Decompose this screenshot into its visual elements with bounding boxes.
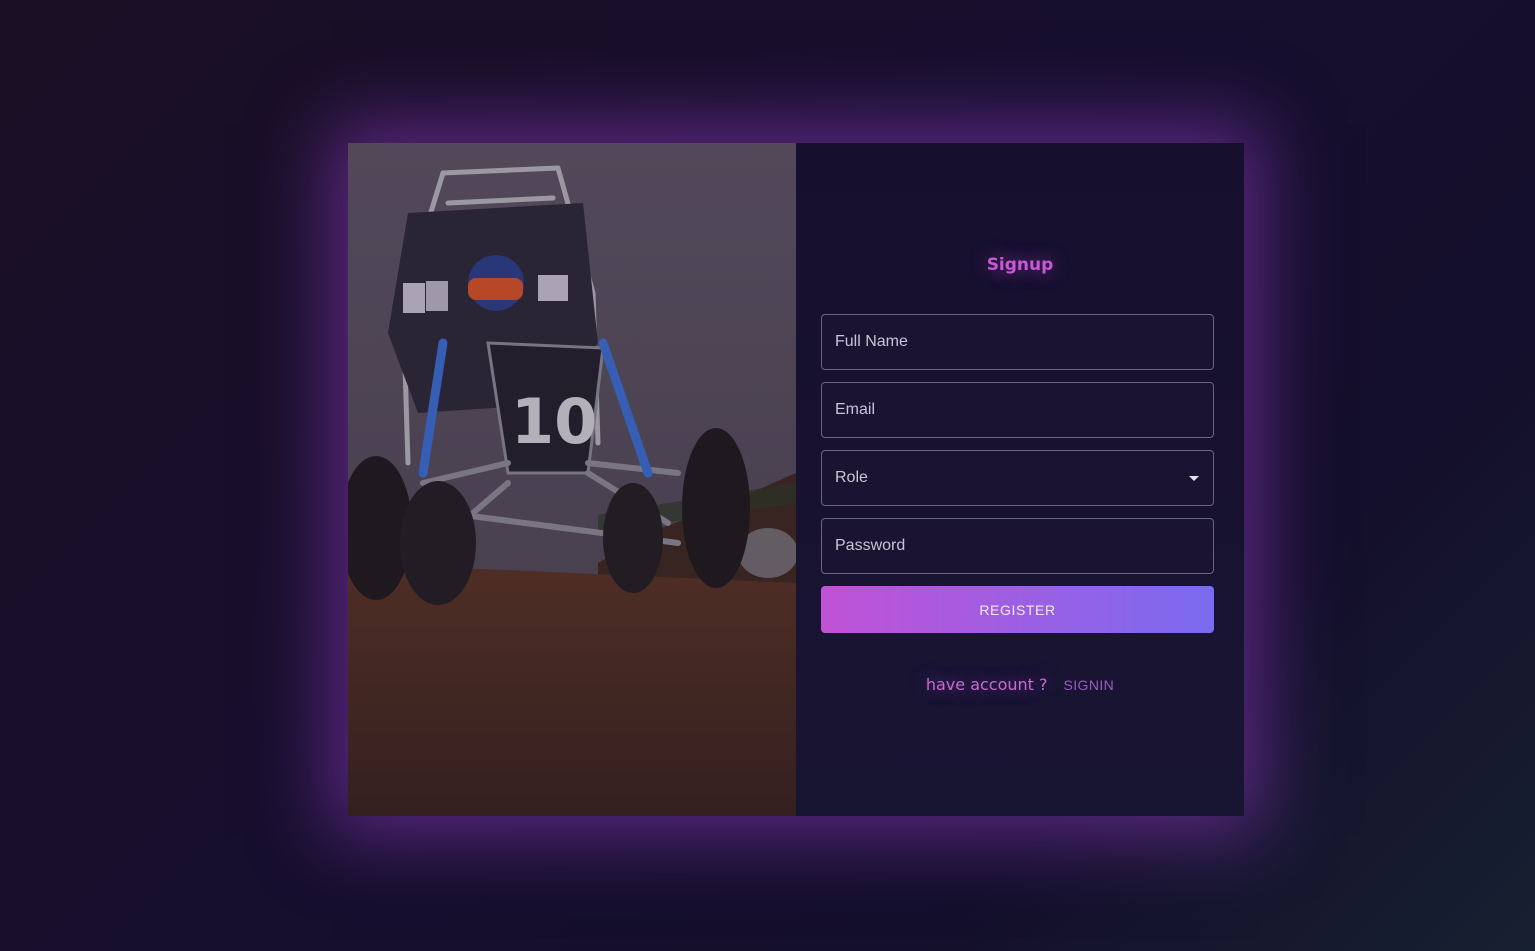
signin-prompt: have account ? SIGNIN (796, 675, 1244, 694)
full-name-field[interactable] (821, 314, 1214, 370)
signup-card: 10 Signup Full Name Email Role REGISTER … (348, 143, 1244, 816)
have-account-text: have account ? (925, 675, 1048, 694)
password-field[interactable] (821, 518, 1214, 574)
register-button[interactable]: REGISTER (821, 586, 1214, 633)
signup-form: Signup Role REGISTER have account ? SIGN… (796, 143, 1244, 816)
email-input[interactable] (835, 401, 1195, 419)
email-field[interactable] (821, 382, 1214, 438)
full-name-input[interactable] (835, 333, 1195, 351)
signin-link[interactable]: SIGNIN (1064, 677, 1115, 693)
role-select-value: Role (835, 469, 868, 486)
role-select[interactable]: Role (821, 450, 1214, 506)
password-input[interactable] (835, 537, 1195, 555)
signup-title: Signup (986, 255, 1054, 275)
buggy-photo-illustration: 10 (348, 143, 796, 816)
caret-down-icon[interactable] (1189, 476, 1199, 481)
hero-photo: 10 (348, 143, 796, 816)
